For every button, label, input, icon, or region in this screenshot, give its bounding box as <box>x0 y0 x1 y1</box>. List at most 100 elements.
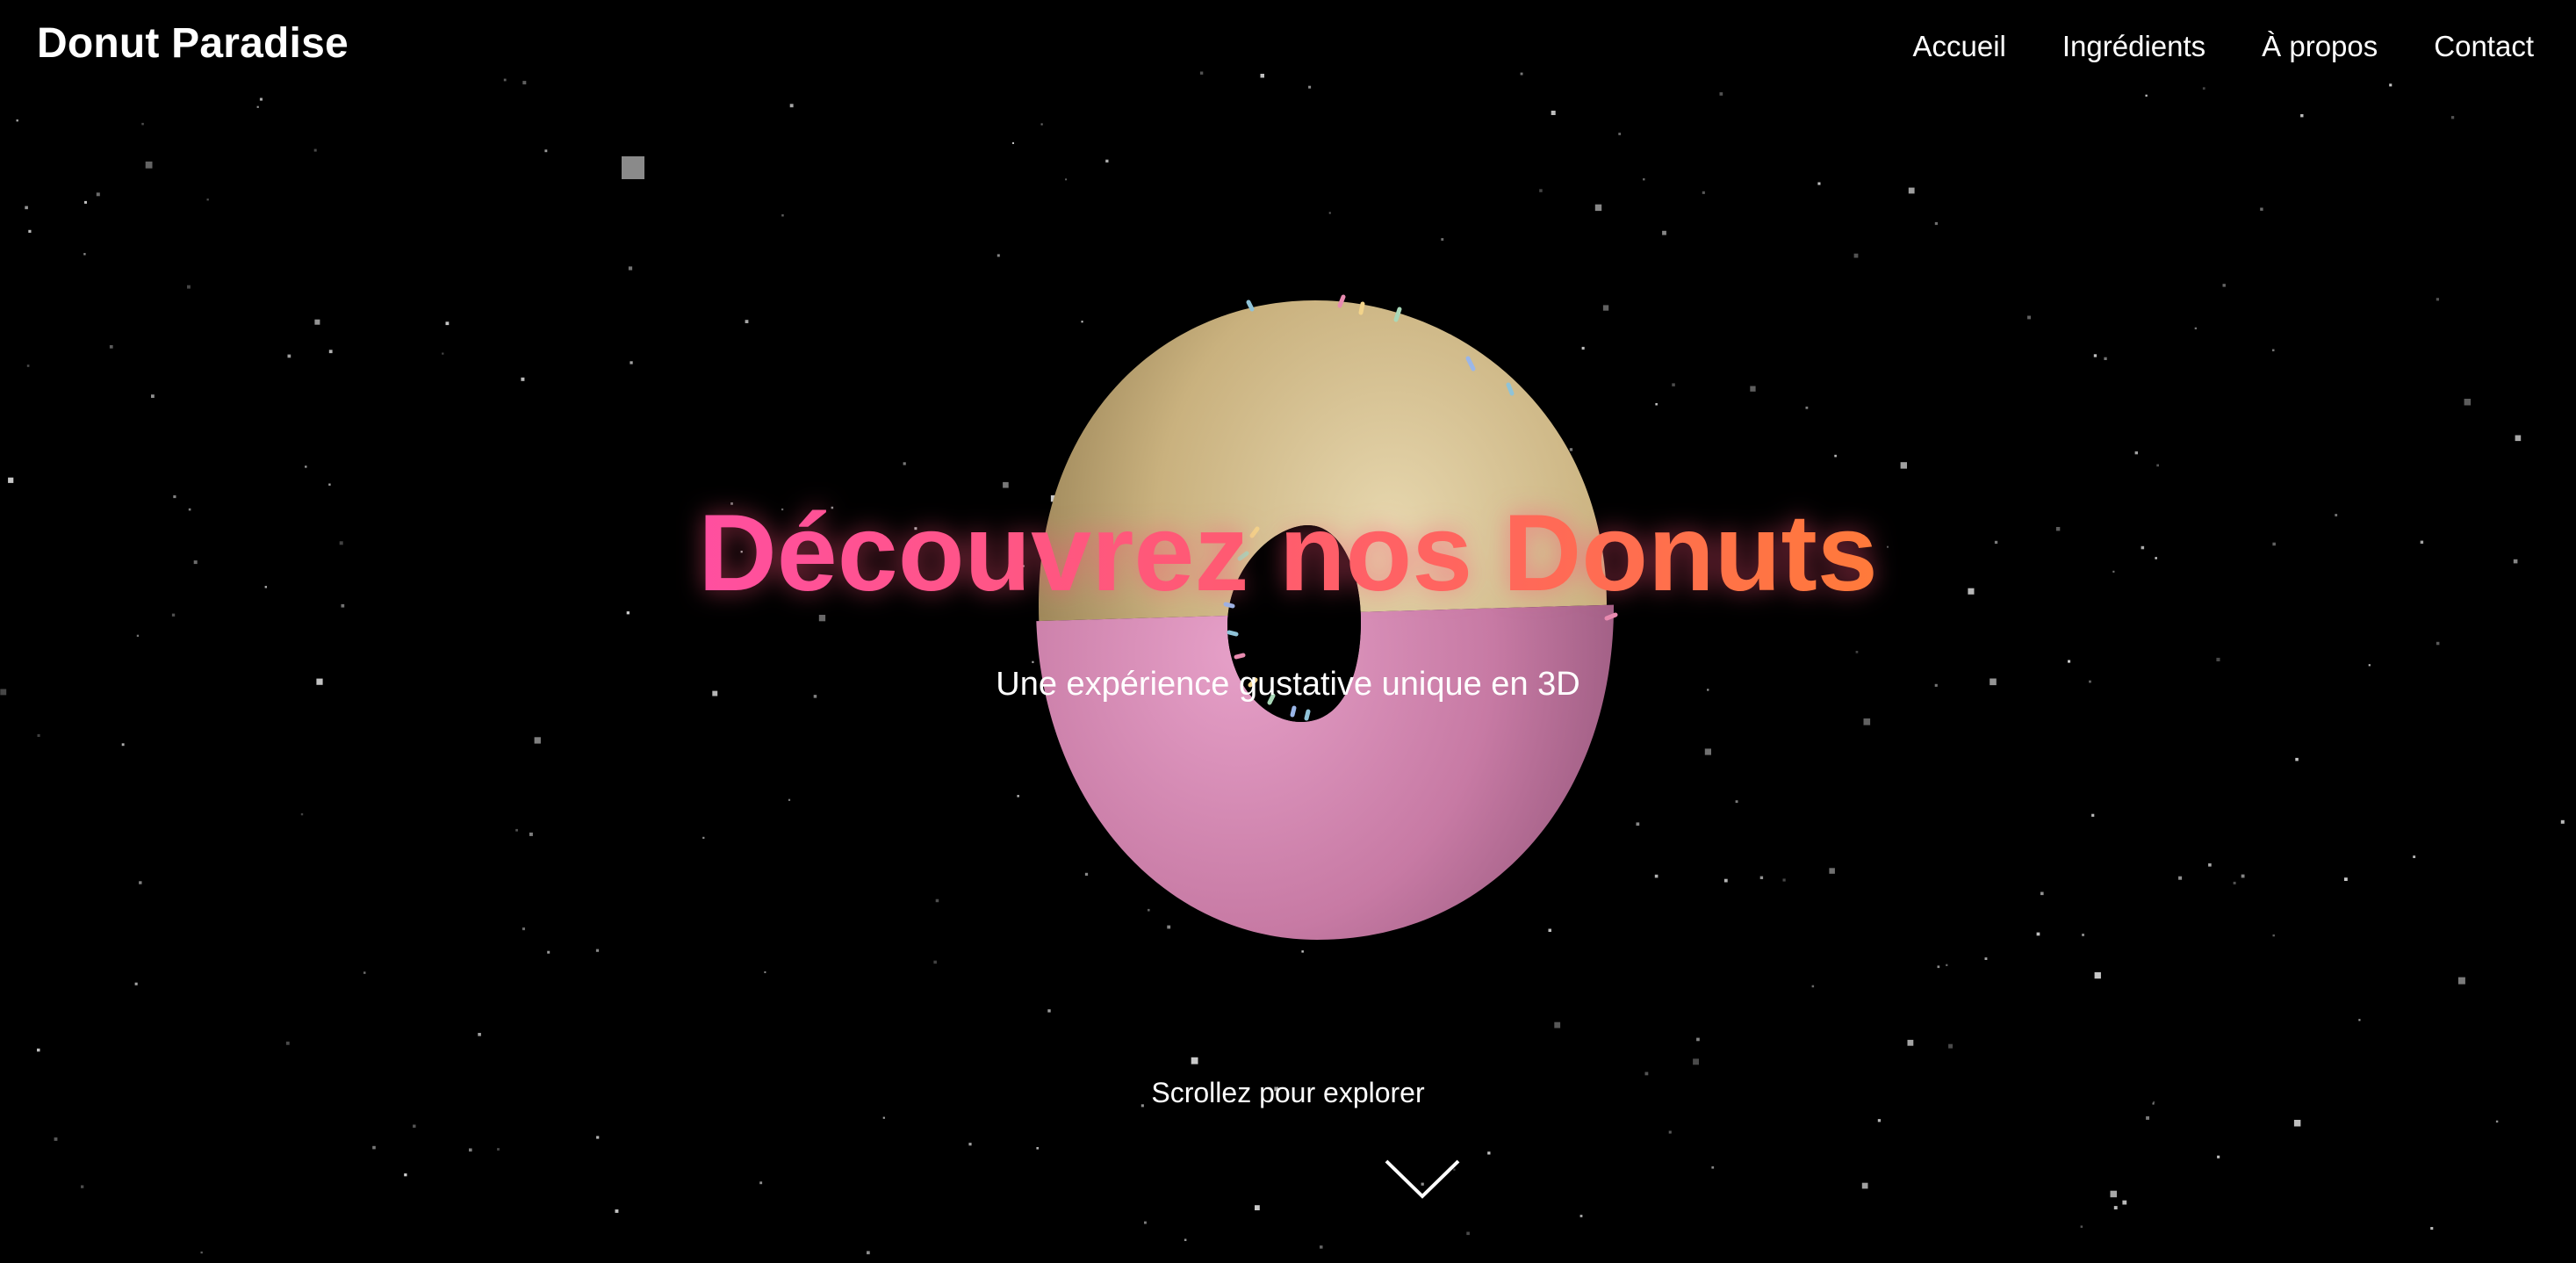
star <box>1274 743 1277 746</box>
star <box>2495 1120 2499 1123</box>
star <box>1643 178 1645 181</box>
site-logo[interactable]: Donut Paradise <box>37 19 349 68</box>
star <box>2241 874 2245 878</box>
nav-item-ingredients[interactable]: Ingrédients <box>2062 30 2205 63</box>
star <box>997 254 1000 257</box>
nav-item-contact[interactable]: Contact <box>2434 30 2534 63</box>
star <box>1531 823 1534 826</box>
star <box>1294 709 1298 711</box>
star <box>2430 1227 2434 1231</box>
star <box>2194 327 2197 329</box>
star <box>2208 863 2212 867</box>
star <box>521 377 525 381</box>
star <box>1566 772 1571 776</box>
star <box>328 350 333 354</box>
star <box>2233 881 2236 884</box>
star <box>2436 641 2440 646</box>
star <box>882 1116 885 1119</box>
star <box>515 828 518 832</box>
star <box>1084 620 1088 624</box>
star <box>1148 908 1150 912</box>
star <box>2134 451 2138 455</box>
star <box>200 1251 203 1254</box>
site-header: Donut Paradise Accueil Ingrédients À pro… <box>0 0 2576 97</box>
sprinkle <box>1227 630 1239 637</box>
star <box>1047 1009 1051 1013</box>
star <box>1149 397 1153 400</box>
star <box>54 1137 58 1141</box>
star <box>1032 660 1034 663</box>
star <box>759 1181 763 1185</box>
star <box>478 1033 481 1036</box>
star <box>781 214 784 217</box>
chevron-down-icon[interactable] <box>1385 1158 1460 1202</box>
star <box>1696 1037 1700 1042</box>
star <box>529 832 533 836</box>
star <box>903 462 906 466</box>
star <box>314 319 320 325</box>
star <box>1602 305 1609 311</box>
star <box>1017 795 1019 797</box>
star <box>2113 1206 2118 1209</box>
star <box>1735 800 1738 804</box>
star <box>1654 874 1659 878</box>
star <box>1177 773 1180 776</box>
star <box>1855 651 1859 653</box>
star <box>1937 965 1940 969</box>
star <box>1548 928 1551 932</box>
star <box>1723 878 1728 883</box>
star <box>1817 182 1821 185</box>
star <box>173 494 176 499</box>
star <box>1144 1221 1147 1224</box>
star <box>1441 238 1444 241</box>
star <box>1466 1231 1470 1236</box>
star <box>1702 191 1705 194</box>
sprinkle <box>1604 612 1618 621</box>
star <box>626 611 630 615</box>
nav-item-a-propos[interactable]: À propos <box>2262 30 2378 63</box>
star <box>134 982 138 985</box>
star <box>2040 891 2044 896</box>
star <box>305 466 307 468</box>
star <box>2082 934 2084 936</box>
star <box>1081 321 1083 323</box>
star <box>1569 448 1573 451</box>
star <box>1861 1182 1868 1189</box>
star <box>469 1148 472 1152</box>
star <box>171 613 176 617</box>
star <box>1287 483 1290 487</box>
star <box>2457 977 2465 985</box>
star <box>109 345 113 349</box>
star <box>121 743 125 747</box>
star <box>1328 212 1331 214</box>
star <box>1834 454 1837 458</box>
star <box>1528 831 1531 834</box>
star <box>136 634 140 637</box>
star <box>1478 824 1481 827</box>
donut-3d-model[interactable] <box>0 0 2576 1263</box>
hero-title-text: Découvrez nos Donuts <box>698 493 1878 614</box>
star <box>363 971 366 974</box>
star <box>1863 718 1871 725</box>
star <box>1750 386 1756 392</box>
star <box>628 266 633 271</box>
star <box>2272 934 2275 937</box>
star <box>2156 464 2159 467</box>
star <box>615 1209 619 1213</box>
star <box>2358 1019 2361 1021</box>
star <box>544 149 548 153</box>
star <box>1704 748 1711 755</box>
star <box>596 1136 600 1139</box>
star <box>2260 207 2263 211</box>
nav-item-accueil[interactable]: Accueil <box>1913 30 2006 63</box>
star <box>764 971 766 973</box>
star <box>372 1145 376 1150</box>
star <box>442 352 444 355</box>
star <box>313 148 317 152</box>
star <box>1040 123 1043 126</box>
star <box>788 798 791 801</box>
star <box>1084 872 1089 876</box>
star <box>37 1048 40 1052</box>
star <box>1759 876 1764 879</box>
star <box>1805 406 1809 409</box>
